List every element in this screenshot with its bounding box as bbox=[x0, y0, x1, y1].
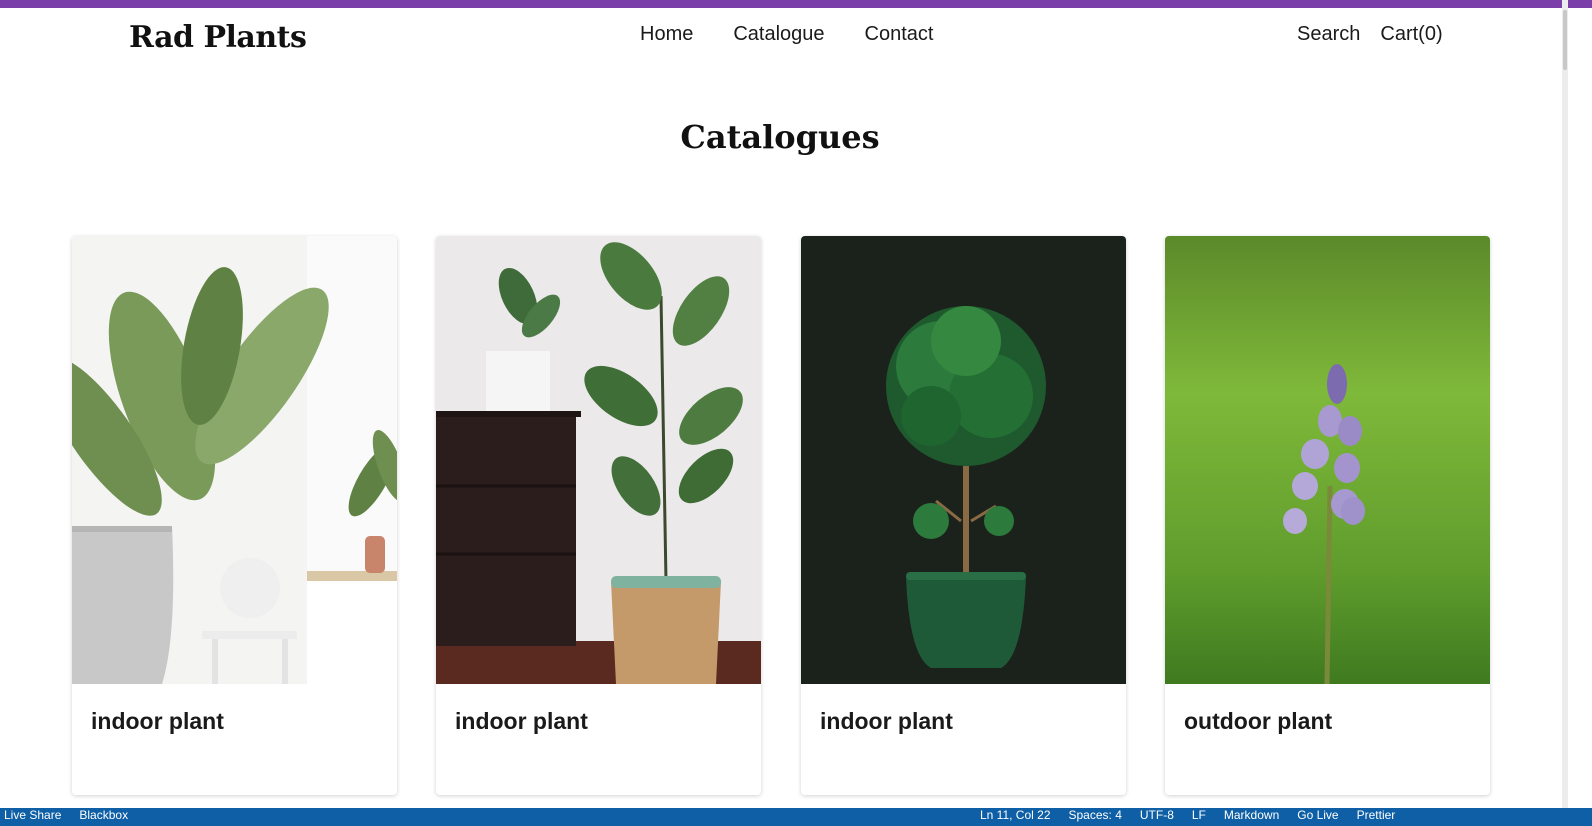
nav-link-contact[interactable]: Contact bbox=[865, 23, 934, 46]
product-card[interactable]: outdoor plant bbox=[1165, 236, 1490, 795]
product-card[interactable]: indoor plant bbox=[436, 236, 761, 795]
status-left: Live Share Blackbox bbox=[4, 808, 128, 822]
card-title: outdoor plant bbox=[1184, 708, 1333, 734]
nav-link-catalogue[interactable]: Catalogue bbox=[733, 23, 824, 46]
search-link[interactable]: Search bbox=[1297, 23, 1360, 46]
card-title: indoor plant bbox=[820, 708, 953, 734]
go-live-button[interactable]: Go Live bbox=[1297, 808, 1338, 822]
editor-status-bar: Live Share Blackbox Ln 11, Col 22 Spaces… bbox=[0, 808, 1592, 826]
page-scrollbar[interactable] bbox=[1562, 0, 1568, 808]
main-nav: Home Catalogue Contact bbox=[640, 23, 933, 46]
bluebell-flower-photo bbox=[1165, 236, 1490, 684]
cursor-position[interactable]: Ln 11, Col 22 bbox=[980, 808, 1051, 822]
fiddle-leaf-fig-photo bbox=[436, 236, 761, 684]
scrollbar-thumb[interactable] bbox=[1563, 10, 1567, 70]
encoding-setting[interactable]: UTF-8 bbox=[1140, 808, 1174, 822]
card-title: indoor plant bbox=[455, 708, 588, 734]
line-ending-setting[interactable]: LF bbox=[1192, 808, 1206, 822]
plant-photo-white-room bbox=[72, 236, 397, 684]
cart-link[interactable]: Cart(0) bbox=[1380, 23, 1442, 46]
page-title: Catalogues bbox=[680, 118, 880, 156]
indentation-setting[interactable]: Spaces: 4 bbox=[1069, 808, 1122, 822]
prettier-button[interactable]: Prettier bbox=[1357, 808, 1396, 822]
site-header: Rad Plants Home Catalogue Contact Search… bbox=[0, 8, 1592, 64]
nav-actions: Search Cart(0) bbox=[1297, 23, 1443, 46]
card-title: indoor plant bbox=[91, 708, 224, 734]
product-card[interactable]: indoor plant bbox=[801, 236, 1126, 795]
blackbox-button[interactable]: Blackbox bbox=[79, 808, 128, 822]
brand-logo[interactable]: Rad Plants bbox=[129, 20, 307, 55]
status-right: Ln 11, Col 22 Spaces: 4 UTF-8 LF Markdow… bbox=[980, 808, 1395, 822]
live-share-button[interactable]: Live Share bbox=[4, 808, 61, 822]
nav-link-home[interactable]: Home bbox=[640, 23, 693, 46]
language-mode[interactable]: Markdown bbox=[1224, 808, 1279, 822]
product-card[interactable]: indoor plant bbox=[72, 236, 397, 795]
topiary-tree-photo bbox=[801, 236, 1126, 684]
accent-top-bar bbox=[0, 0, 1592, 8]
